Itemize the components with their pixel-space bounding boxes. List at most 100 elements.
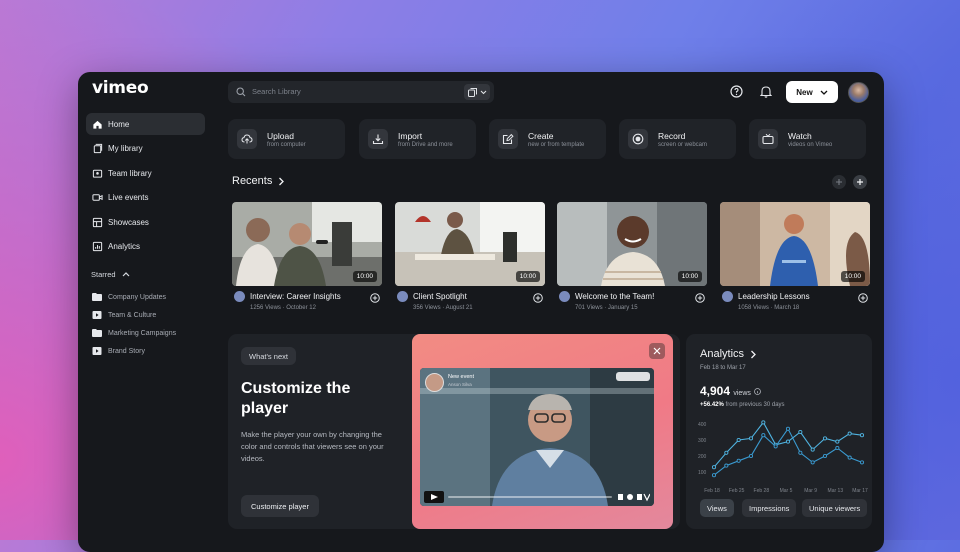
data-point <box>822 436 828 441</box>
notifications-button[interactable] <box>759 85 773 103</box>
upload-icon <box>237 129 257 149</box>
showcase-icon <box>91 216 103 228</box>
x-tick-label: Feb 25 <box>729 488 745 494</box>
video-thumbnail[interactable]: 10:00 <box>232 202 382 286</box>
search-input[interactable]: Search Library <box>252 87 301 96</box>
info-icon[interactable] <box>754 388 762 395</box>
sidebar-item-team-library[interactable]: Team library <box>86 162 205 184</box>
quick-action-title: Record <box>658 131 686 141</box>
customize-player-promo: What's next Customize the player Make th… <box>228 334 680 529</box>
sidebar-item-my-library[interactable]: My library <box>86 138 205 160</box>
video-title[interactable]: Client Spotlight <box>413 292 467 301</box>
search-bar[interactable]: Search Library <box>228 81 494 103</box>
sidebar-item-label: Live events <box>108 193 149 203</box>
help-button[interactable] <box>730 85 743 103</box>
quick-action-subtitle: from Drive and more <box>398 142 453 148</box>
video-meta: 356 Views · August 21 <box>413 305 473 311</box>
new-button-label: New <box>796 87 813 97</box>
customize-player-button[interactable]: Customize player <box>241 495 319 517</box>
analytics-title: Analytics <box>700 348 745 360</box>
plus-icon <box>857 179 863 185</box>
starred-item-marketing-campaigns[interactable]: Marketing Campaigns <box>92 324 176 342</box>
chevron-down-icon <box>480 90 486 94</box>
video-title[interactable]: Leadership Lessons <box>738 292 810 301</box>
analytics-date-range: Feb 18 to Mar 17 <box>700 365 746 371</box>
add-to-folder-icon[interactable] <box>858 293 868 303</box>
search-filter-button[interactable] <box>464 84 490 100</box>
owner-avatar <box>722 291 733 302</box>
sidebar: vimeo Home My library Team library Live … <box>78 72 218 552</box>
sidebar-item-label: Showcases <box>108 217 149 227</box>
quick-action-title: Watch <box>788 131 812 141</box>
create-icon <box>498 129 518 149</box>
video-player-preview[interactable]: New event Anson Silva <box>420 368 654 506</box>
sidebar-item-live-events[interactable]: Live events <box>86 187 205 209</box>
quick-action-record[interactable]: Record screen or webcam <box>619 119 736 159</box>
starred-label: Starred <box>91 270 116 279</box>
quick-action-watch[interactable]: Watch videos on Vimeo <box>749 119 866 159</box>
data-point <box>810 460 815 465</box>
add-to-folder-icon[interactable] <box>370 293 380 303</box>
quick-action-import[interactable]: Import from Drive and more <box>359 119 476 159</box>
starred-section-toggle[interactable]: Starred <box>91 270 130 279</box>
add-to-folder-icon[interactable] <box>533 293 543 303</box>
player-action-icons[interactable] <box>616 372 650 381</box>
folder-icon <box>92 293 102 301</box>
quick-action-upload[interactable]: Upload from computer <box>228 119 345 159</box>
recents-link[interactable]: Recents <box>232 175 285 187</box>
quick-action-create[interactable]: Create new or from template <box>489 119 606 159</box>
recents-scroll-left-button[interactable] <box>832 175 846 189</box>
video-title[interactable]: Welcome to the Team! <box>575 292 654 301</box>
starred-item-team-culture[interactable]: Team & Culture <box>92 306 176 324</box>
data-point <box>847 455 852 460</box>
close-button[interactable] <box>649 343 665 359</box>
new-button[interactable]: New <box>786 81 838 103</box>
data-point <box>810 447 815 452</box>
starred-item-label: Brand Story <box>108 347 145 355</box>
team-library-icon <box>91 167 103 179</box>
data-point <box>711 473 717 478</box>
add-to-folder-icon[interactable] <box>695 293 705 303</box>
data-point <box>847 431 852 436</box>
starred-item-company-updates[interactable]: Company Updates <box>92 288 176 306</box>
data-point <box>773 444 778 449</box>
recents-add-button[interactable] <box>853 175 867 189</box>
data-point <box>761 433 766 438</box>
recent-video-card[interactable]: 10:00 Welcome to the Team! 701 Views · J… <box>557 202 707 311</box>
sidebar-item-analytics[interactable]: Analytics <box>86 236 205 258</box>
x-tick-label: Feb 18 <box>704 488 720 494</box>
tab-views[interactable]: Views <box>700 499 734 517</box>
starred-list: Company Updates Team & Culture Marketing… <box>92 288 176 360</box>
user-avatar[interactable] <box>848 82 869 103</box>
tab-impressions[interactable]: Impressions <box>742 499 797 517</box>
recent-video-card[interactable]: 10:00 Client Spotlight 356 Views · Augus… <box>395 202 545 311</box>
player-controls-bar <box>424 490 651 503</box>
app-window: vimeo Home My library Team library Live … <box>78 72 884 552</box>
data-point <box>798 450 803 455</box>
data-point <box>785 426 791 431</box>
views-label: views <box>733 390 751 397</box>
recent-video-card[interactable]: 10:00 Interview: Career Insights 1256 Vi… <box>232 202 382 311</box>
quick-action-title: Upload <box>267 131 294 141</box>
analytics-link[interactable]: Analytics <box>700 348 757 360</box>
starred-item-brand-story[interactable]: Brand Story <box>92 342 176 360</box>
views-line-chart: 100 200 300 400 Feb 18 Feb 25 Feb 28 Mar 5 Mar 9… <box>698 420 868 494</box>
tab-unique-viewers[interactable]: Unique viewers <box>802 499 868 517</box>
sidebar-item-label: My library <box>108 144 143 154</box>
owner-avatar <box>234 291 245 302</box>
video-thumbnail[interactable]: 10:00 <box>720 202 870 286</box>
data-point <box>761 420 766 425</box>
sidebar-item-showcases[interactable]: Showcases <box>86 211 205 233</box>
video-thumbnail[interactable]: 10:00 <box>395 202 545 286</box>
video-thumbnail[interactable]: 10:00 <box>557 202 707 286</box>
vimeo-logo[interactable]: vimeo <box>92 78 149 98</box>
data-point <box>711 465 717 470</box>
quick-action-subtitle: from computer <box>267 142 306 148</box>
x-tick-label: Feb 28 <box>754 488 770 494</box>
sidebar-item-home[interactable]: Home <box>86 113 205 135</box>
video-title[interactable]: Interview: Career Insights <box>250 292 341 301</box>
data-point <box>748 453 754 459</box>
recent-video-card[interactable]: 10:00 Leadership Lessons 1058 Views · Ma… <box>720 202 870 311</box>
data-point <box>736 437 741 443</box>
views-value: 4,904 <box>700 384 731 398</box>
